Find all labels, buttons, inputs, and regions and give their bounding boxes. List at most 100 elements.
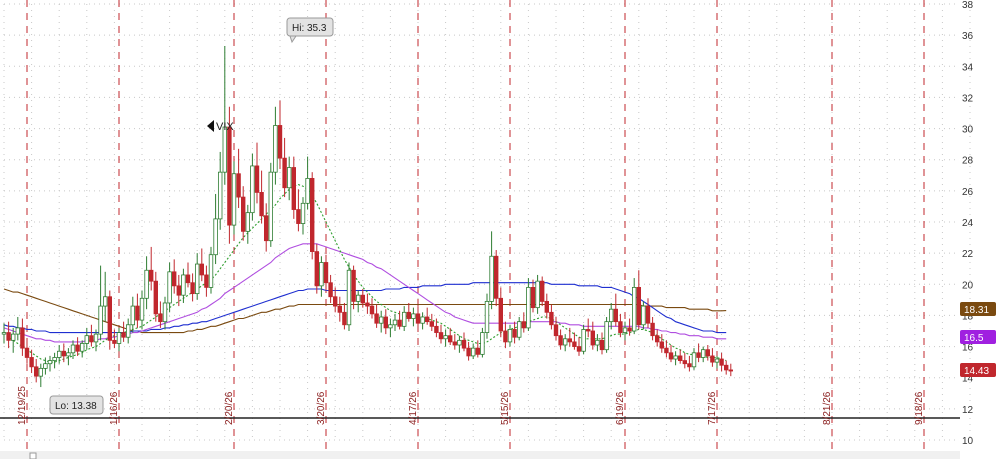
- y-tick-label: 38: [962, 0, 974, 11]
- candle: [489, 231, 494, 310]
- candle: [273, 106, 278, 185]
- candle-body: [406, 311, 411, 319]
- scroll-handle[interactable]: [29, 452, 37, 459]
- candle: [15, 316, 20, 341]
- candle: [291, 156, 296, 219]
- high-label: Hi: 35.3: [292, 23, 327, 34]
- candle: [443, 329, 448, 347]
- candle-body: [645, 305, 651, 324]
- candle: [586, 318, 591, 338]
- candle: [678, 349, 683, 364]
- candle: [457, 335, 462, 353]
- candle-body: [558, 335, 563, 346]
- ma-mid-line: [3, 243, 727, 343]
- candle: [268, 162, 273, 247]
- candle: [507, 324, 513, 347]
- candle-body: [158, 313, 163, 323]
- candle: [107, 290, 112, 350]
- candle: [296, 189, 301, 232]
- candle-body: [632, 286, 637, 332]
- candle-body: [392, 319, 398, 326]
- candle-body: [93, 333, 99, 343]
- candle: [498, 287, 503, 338]
- candle-body: [655, 335, 660, 343]
- candle: [300, 197, 306, 235]
- candle: [263, 203, 269, 252]
- candle: [401, 306, 407, 331]
- candle-body: [549, 311, 554, 326]
- candle: [553, 316, 559, 341]
- candle-body: [15, 327, 20, 335]
- candle: [254, 142, 260, 204]
- candle-body: [116, 332, 122, 344]
- candle-body: [254, 165, 260, 193]
- candle-body: [636, 286, 641, 326]
- candle-body: [714, 358, 720, 363]
- candle: [222, 46, 227, 185]
- candle: [126, 318, 131, 344]
- y-tick-label: 34: [962, 62, 974, 73]
- candle: [581, 324, 586, 355]
- y-tick-label: 16: [962, 343, 974, 354]
- candle: [567, 327, 572, 347]
- candle: [645, 298, 651, 328]
- candle: [406, 302, 411, 322]
- candle-body: [135, 305, 140, 321]
- candle-body: [397, 319, 402, 327]
- horizontal-scrollbar[interactable]: [0, 451, 960, 459]
- candle: [135, 293, 140, 328]
- candle-body: [194, 263, 200, 295]
- candle-body: [567, 338, 572, 343]
- x-tick-label: 9/18/26: [914, 391, 925, 425]
- candle-body: [231, 173, 237, 226]
- candle: [337, 296, 342, 322]
- candle-body: [57, 350, 62, 358]
- x-axis: 12/19/25 1/16/26 2/20/26 3/20/26 4/17/26 5/15…: [17, 386, 925, 425]
- candle: [199, 248, 204, 282]
- triangle-left-icon: [207, 120, 214, 132]
- candle: [429, 313, 434, 331]
- candle: [392, 313, 398, 331]
- candle-body: [273, 125, 278, 173]
- candle-body: [240, 196, 246, 232]
- candle: [691, 348, 697, 370]
- candle-body: [553, 324, 559, 337]
- candle-body: [388, 324, 393, 329]
- candle-body: [236, 173, 241, 198]
- candle-body: [259, 192, 264, 217]
- candle-body: [673, 355, 678, 360]
- candle: [84, 327, 89, 350]
- candle: [236, 148, 241, 208]
- candle-body: [659, 341, 664, 349]
- y-tick-label: 32: [962, 93, 974, 104]
- candle-body: [424, 316, 430, 323]
- low-label: Lo: 13.38: [55, 401, 97, 412]
- candle-body: [604, 321, 609, 351]
- candle-body: [6, 332, 11, 341]
- candle: [250, 153, 255, 221]
- last-value-badges: 18.31 16.5 14.43: [960, 302, 996, 377]
- candle-body: [521, 321, 526, 329]
- candle-body: [466, 347, 471, 357]
- candle: [609, 302, 614, 330]
- candle: [176, 274, 181, 307]
- candle: [484, 293, 490, 339]
- y-tick-label: 36: [962, 31, 974, 42]
- low-annotation: Lo: 13.38: [49, 395, 104, 415]
- badge-mid-ma: 16.5: [964, 333, 984, 344]
- candle: [632, 278, 637, 335]
- candle-body: [411, 313, 416, 319]
- candle-body: [309, 177, 315, 252]
- candle-body: [171, 271, 177, 287]
- candle: [668, 345, 674, 363]
- candle-body: [687, 363, 692, 368]
- candle: [383, 309, 388, 335]
- candle-body: [181, 274, 186, 296]
- candle-body: [305, 177, 310, 204]
- candle-body: [668, 352, 674, 360]
- candle-body: [613, 308, 618, 323]
- candle: [424, 307, 430, 325]
- candle-body: [512, 329, 517, 338]
- candle-body: [719, 358, 724, 366]
- candle-body: [144, 269, 149, 299]
